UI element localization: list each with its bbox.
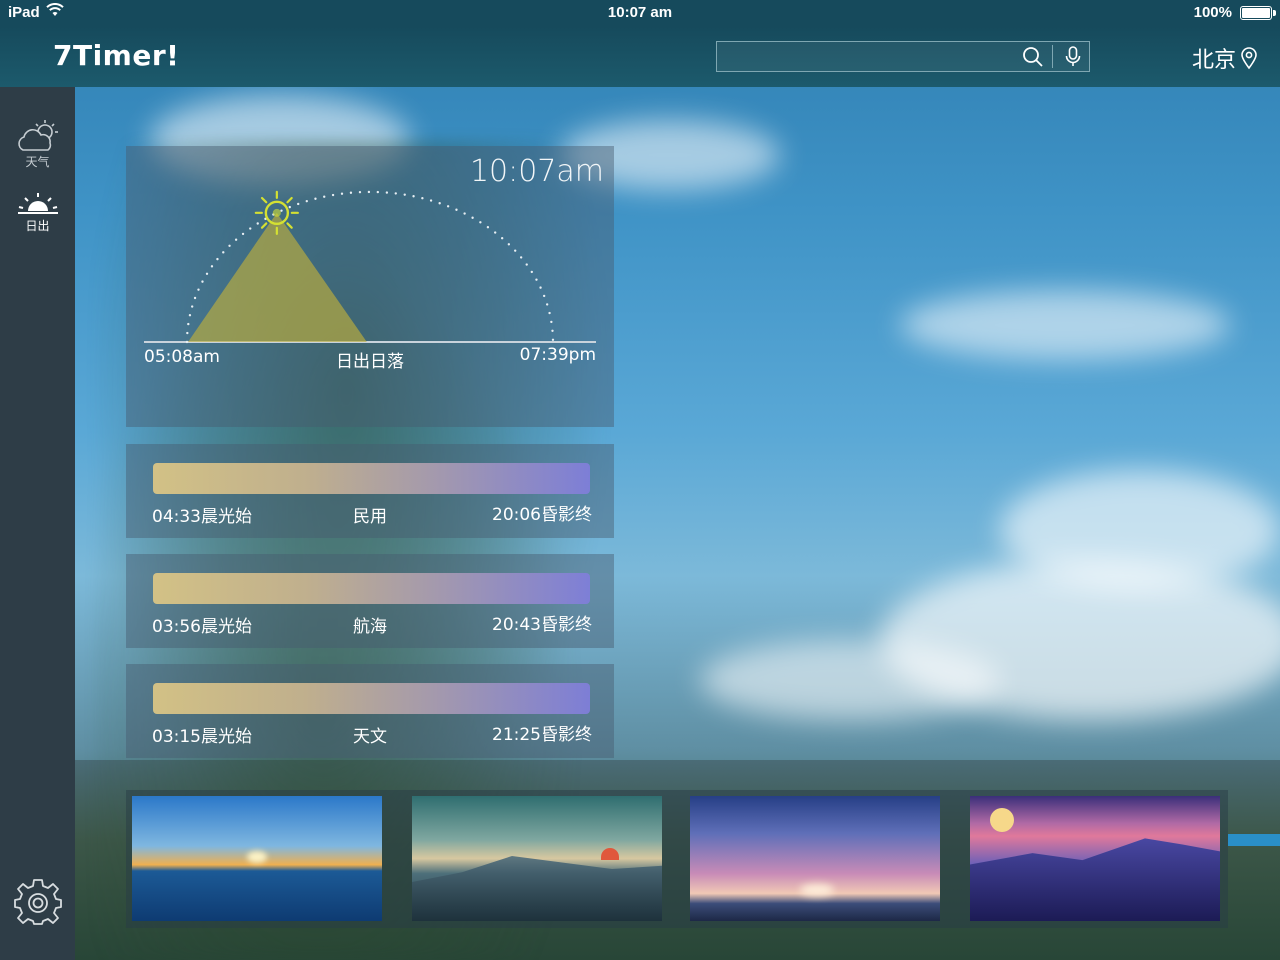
battery-icon	[1240, 6, 1276, 20]
sunset-time: 07:39pm	[519, 345, 596, 365]
sunrise-icon	[17, 193, 58, 214]
twilight-nautical: 03:56晨光始 航海 20:43昏影终	[126, 554, 614, 648]
dusk-time: 20:43昏影终	[492, 615, 592, 635]
sidebar-item-label: 日出	[25, 219, 50, 233]
status-time: 10:07 am	[607, 4, 673, 21]
photo-strip	[126, 790, 1228, 928]
sun-panel: 10:07am 05:08am 日出日落 07:39pm	[126, 146, 614, 427]
cloud-sun-icon	[17, 120, 58, 151]
sun-ray	[286, 196, 293, 204]
battery-percent: 100%	[1193, 4, 1232, 21]
sun-ray	[260, 222, 268, 229]
photo-thumbnail-dramatic-sky[interactable]	[690, 796, 940, 921]
twilight-bar	[153, 573, 590, 604]
twilight-civil: 04:33晨光始 民用 20:06昏影终	[126, 444, 614, 538]
search-box[interactable]	[716, 41, 1090, 72]
sidebar: 天气 日出	[0, 87, 75, 960]
microphone-icon[interactable]	[1062, 45, 1084, 69]
sun-ray	[286, 222, 293, 229]
edge-tab[interactable]	[1228, 834, 1280, 846]
dusk-time: 20:06昏影终	[492, 505, 592, 525]
location-label: 北京	[1191, 48, 1236, 73]
sun-ray	[260, 196, 268, 204]
dusk-time: 21:25昏影终	[492, 725, 592, 745]
search-input[interactable]	[723, 46, 1013, 68]
status-bar: iPad 10:07 am 100%	[0, 0, 1280, 26]
search-icon[interactable]	[1021, 45, 1045, 69]
app-header: 7Timer! 北京	[0, 26, 1280, 87]
photo-thumbnail-purple-mountains[interactable]	[970, 796, 1220, 921]
search-divider	[1052, 45, 1053, 68]
sidebar-item-sunrise[interactable]: 日出	[0, 191, 75, 234]
location-pin-icon	[1241, 47, 1257, 70]
twilight-astronomical: 03:15晨光始 天文 21:25昏影终	[126, 664, 614, 758]
location-selector[interactable]: 北京	[1192, 42, 1258, 74]
sun-core	[272, 208, 281, 217]
photo-thumbnail-sunset-sea[interactable]	[132, 796, 382, 921]
twilight-bar	[153, 463, 590, 494]
sidebar-item-weather[interactable]: 天气	[0, 119, 75, 170]
app-title: 7Timer!	[53, 39, 180, 72]
photo-thumbnail-mountain-sunrise[interactable]	[412, 796, 662, 921]
twilight-bar	[153, 683, 590, 714]
gear-icon[interactable]	[14, 877, 62, 925]
sun-arc-chart	[144, 190, 596, 344]
sidebar-item-label: 天气	[25, 155, 50, 169]
